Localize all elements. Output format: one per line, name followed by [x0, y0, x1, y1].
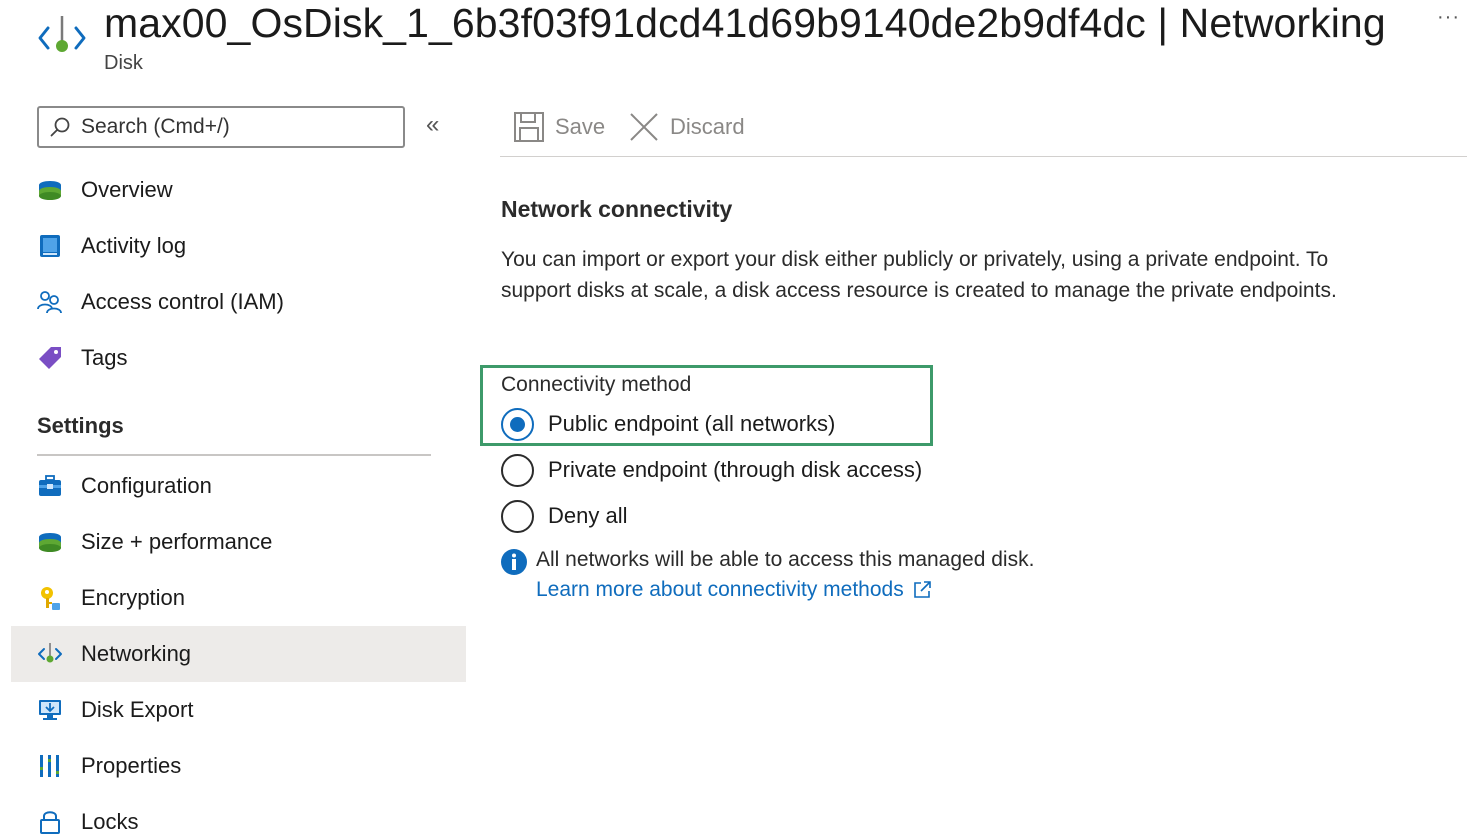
sidebar-item-label: Encryption: [81, 585, 185, 610]
activity-log-icon: [37, 233, 63, 259]
close-icon: [630, 113, 658, 141]
radio-label: Deny all: [548, 503, 628, 528]
radio-indicator: [501, 499, 534, 533]
settings-section-header: Settings: [37, 413, 124, 438]
disk-export-icon: [37, 697, 63, 723]
sidebar-item-label: Activity log: [81, 233, 187, 258]
sidebar-item-networking[interactable]: Networking: [11, 626, 466, 682]
sidebar-item-label: Locks: [81, 809, 139, 834]
sidebar-item-encryption[interactable]: Encryption: [11, 570, 466, 626]
divider: [37, 454, 431, 456]
lock-icon: [37, 809, 63, 835]
people-icon: [37, 289, 63, 315]
save-icon: [514, 112, 544, 142]
more-options-button[interactable]: ···: [1437, 6, 1460, 29]
radio-indicator: [501, 453, 534, 487]
sidebar-item-label: Networking: [81, 641, 192, 666]
sidebar-item-label: Overview: [81, 177, 173, 202]
sidebar-item-tags[interactable]: Tags: [11, 330, 466, 386]
connectivity-method-label: Connectivity method: [501, 373, 692, 396]
sidebar-item-locks[interactable]: Locks: [11, 794, 466, 835]
sidebar-item-label: Size + performance: [81, 529, 273, 554]
radio-label: Private endpoint (through disk access): [548, 457, 923, 482]
page-title: max00_OsDisk_1_6b3f03f91dcd41d69b9140de2…: [104, 0, 1386, 46]
overview-disk-icon: [37, 177, 63, 203]
key-icon: [37, 585, 63, 611]
networking-icon: [37, 641, 63, 667]
sidebar-item-size-performance[interactable]: Size + performance: [11, 514, 466, 570]
radio-label: Public endpoint (all networks): [548, 411, 836, 436]
search-icon: [50, 117, 70, 137]
networking-icon: [36, 12, 88, 64]
search-placeholder: Search (Cmd+/): [81, 115, 230, 138]
info-message: All networks will be able to access this…: [536, 548, 1035, 571]
section-description: You can import or export your disk eithe…: [501, 248, 1337, 302]
search-input[interactable]: Search (Cmd+/): [37, 106, 405, 148]
sidebar-item-label: Configuration: [81, 473, 212, 498]
sidebar-item-label: Properties: [81, 753, 182, 778]
disk-stack-icon: [37, 529, 63, 555]
external-link-icon: [913, 581, 931, 598]
sidebar-item-disk-export[interactable]: Disk Export: [11, 682, 466, 738]
sidebar-item-label: Disk Export: [81, 697, 194, 722]
sidebar-item-activity-log[interactable]: Activity log: [11, 218, 466, 274]
radio-private-endpoint[interactable]: Private endpoint (through disk access): [501, 452, 922, 488]
info-icon: [500, 548, 528, 576]
toolbox-icon: [37, 473, 63, 499]
page-subtitle: Disk: [104, 52, 143, 74]
sidebar-item-access-control[interactable]: Access control (IAM): [11, 274, 466, 330]
discard-button[interactable]: Discard: [628, 108, 745, 146]
toolbar-divider: [500, 156, 1467, 157]
radio-selected-indicator: [501, 407, 534, 441]
radio-public-endpoint[interactable]: Public endpoint (all networks): [501, 406, 835, 442]
sidebar-item-label: Access control (IAM): [81, 289, 284, 314]
save-label: Save: [555, 114, 606, 139]
sidebar-item-properties[interactable]: Properties: [11, 738, 466, 794]
properties-icon: [37, 753, 63, 779]
sidebar-item-label: Tags: [81, 345, 128, 370]
save-button[interactable]: Save: [513, 108, 605, 146]
sidebar-item-configuration[interactable]: Configuration: [11, 458, 466, 514]
discard-label: Discard: [670, 114, 745, 139]
collapse-sidebar-button[interactable]: «: [426, 113, 439, 137]
azure-portal-page: max00_OsDisk_1_6b3f03f91dcd41d69b9140de2…: [0, 0, 1467, 835]
tag-icon: [37, 345, 63, 371]
radio-deny-all[interactable]: Deny all: [501, 498, 627, 534]
learn-more-link[interactable]: Learn more about connectivity methods: [536, 578, 932, 602]
learn-more-label: Learn more about connectivity methods: [536, 578, 904, 601]
section-title: Network connectivity: [501, 196, 733, 222]
sidebar-item-overview[interactable]: Overview: [11, 162, 466, 218]
